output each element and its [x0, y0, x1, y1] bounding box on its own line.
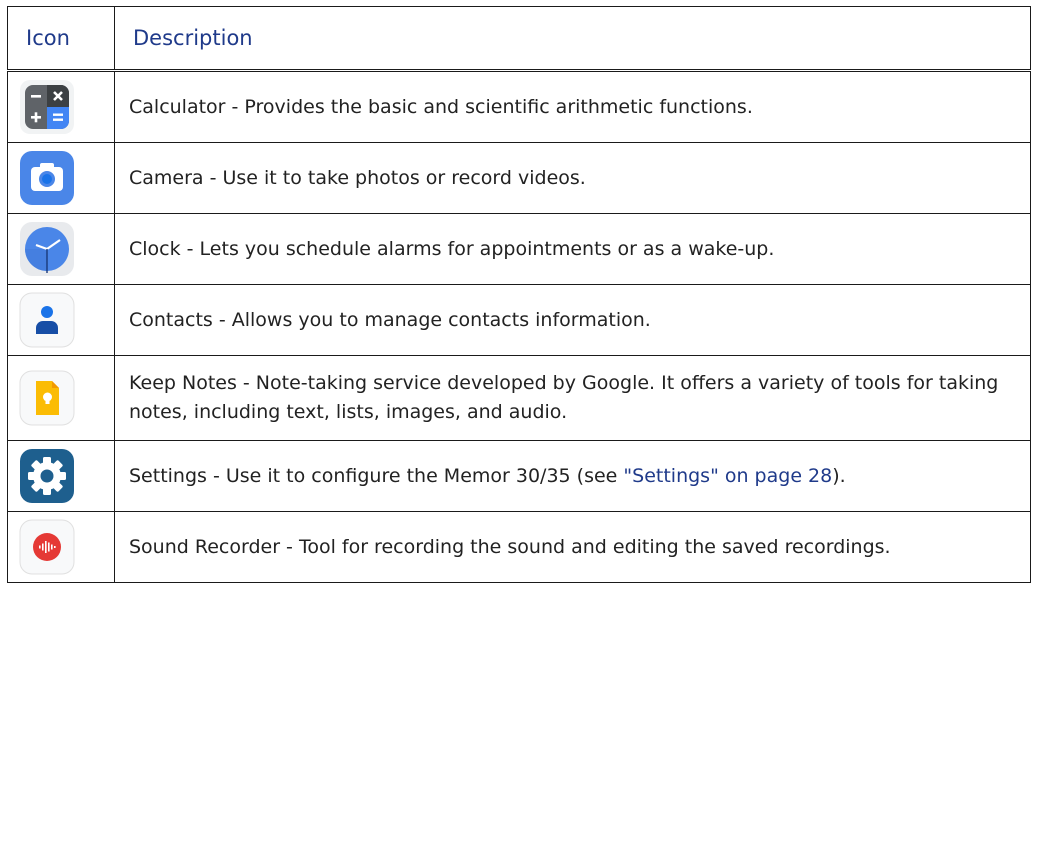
description-column-header: Description — [114, 6, 1031, 72]
table-row-camera: Camera - Use it to take photos or record… — [7, 142, 1031, 214]
settings-description-text: Settings - Use it to configure the Memor… — [129, 464, 624, 487]
camera-description: Camera - Use it to take photos or record… — [114, 142, 1031, 214]
table-row-keep-notes: Keep Notes - Note-taking service develop… — [7, 355, 1031, 441]
settings-icon — [19, 448, 75, 504]
apps-table: Icon Description Calculator - Provides t… — [7, 6, 1031, 583]
table-header-row: Icon Description — [7, 6, 1031, 72]
settings-description-end: ). — [832, 464, 846, 487]
sound-recorder-icon — [19, 519, 75, 575]
keep-notes-icon — [19, 370, 75, 426]
clock-icon — [19, 221, 75, 277]
contacts-description: Contacts - Allows you to manage contacts… — [114, 284, 1031, 356]
keep-notes-description: Keep Notes - Note-taking service develop… — [114, 355, 1031, 441]
table-row-contacts: Contacts - Allows you to manage contacts… — [7, 284, 1031, 356]
settings-page-link[interactable]: "Settings" on page 28 — [623, 465, 832, 487]
table-row-settings: Settings - Use it to configure the Memor… — [7, 440, 1031, 512]
camera-icon — [19, 150, 75, 206]
icon-column-header: Icon — [7, 6, 115, 72]
calculator-description: Calculator - Provides the basic and scie… — [114, 70, 1031, 143]
contacts-icon — [19, 292, 75, 348]
table-row-calculator: Calculator - Provides the basic and scie… — [7, 70, 1031, 143]
table-row-sound-recorder: Sound Recorder - Tool for recording the … — [7, 511, 1031, 583]
settings-description: Settings - Use it to configure the Memor… — [114, 440, 1031, 512]
table-row-clock: Clock - Lets you schedule alarms for app… — [7, 213, 1031, 285]
calculator-icon — [19, 79, 75, 135]
clock-description: Clock - Lets you schedule alarms for app… — [114, 213, 1031, 285]
sound-recorder-description: Sound Recorder - Tool for recording the … — [114, 511, 1031, 583]
